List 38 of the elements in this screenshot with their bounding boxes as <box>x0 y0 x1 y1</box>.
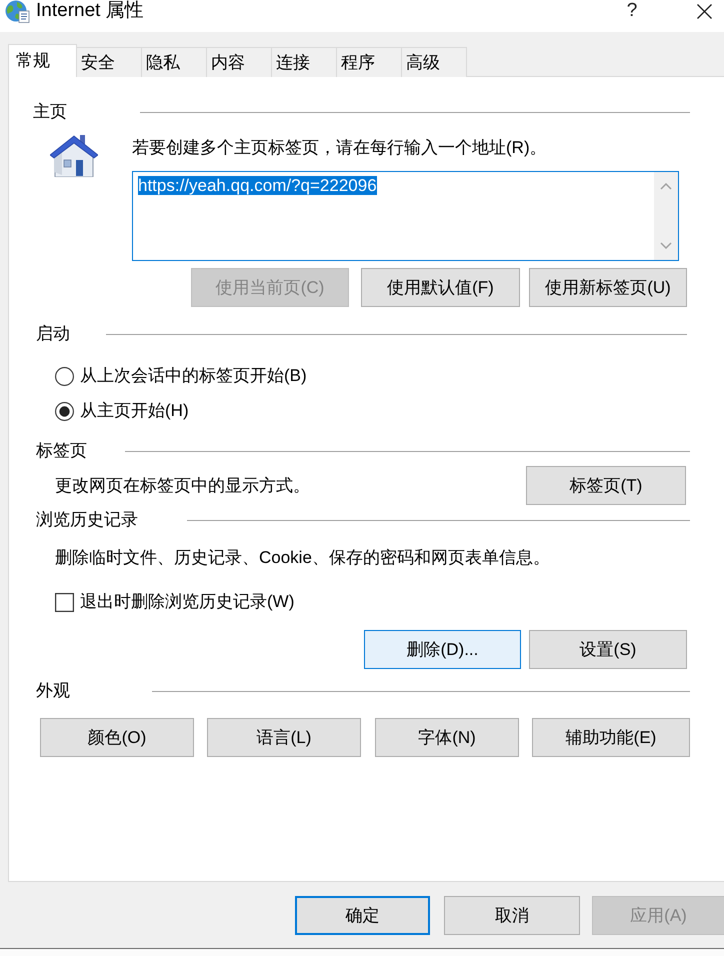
radio-button[interactable] <box>55 402 74 420</box>
address-field[interactable]: https://yeah.qq.com/?q=222096 <box>132 171 679 261</box>
window-title: Internet 属性 <box>36 0 144 22</box>
instruction-text: 若要创建多个主页标签页，请在每行输入一个地址(R)。 <box>132 137 547 159</box>
dialog-button[interactable]: 删除(D)... <box>364 630 521 669</box>
section-heading: 外观 <box>36 680 70 702</box>
description-text: 更改网页在标签页中的显示方式。 <box>55 474 310 496</box>
dialog-button[interactable]: 确定 <box>295 896 430 935</box>
tab[interactable]: 安全 <box>77 47 142 77</box>
dialog-button[interactable]: 取消 <box>444 896 580 935</box>
tab[interactable]: 隐私 <box>142 47 207 77</box>
dialog-button[interactable]: 标签页(T) <box>526 466 686 505</box>
house-icon <box>50 133 98 177</box>
section-heading: 启动 <box>36 323 70 345</box>
radio-button[interactable] <box>55 366 74 386</box>
close-icon <box>696 4 712 18</box>
section-heading: 标签页 <box>36 440 87 462</box>
selected-text: https://yeah.qq.com/?q=222096 <box>138 176 377 195</box>
help-button[interactable]: ? <box>609 0 655 22</box>
section-heading: 主页 <box>33 101 67 123</box>
radio-label[interactable]: 从上次会话中的标签页开始(B) <box>80 364 307 388</box>
checkbox[interactable] <box>55 592 74 612</box>
dialog-button[interactable]: 辅助功能(E) <box>532 718 690 757</box>
checkbox-label[interactable]: 退出时删除浏览历史记录(W) <box>80 590 294 614</box>
description-text: 删除临时文件、历史记录、Cookie、保存的密码和网页表单信息。 <box>55 547 550 569</box>
dialog-button[interactable]: 使用新标签页(U) <box>529 268 687 307</box>
tab[interactable]: 连接 <box>272 47 337 77</box>
tab[interactable]: 程序 <box>337 47 402 77</box>
dialog-button[interactable]: 语言(L) <box>207 718 361 757</box>
section-heading: 浏览历史记录 <box>36 509 138 531</box>
tab[interactable]: 高级 <box>402 47 467 77</box>
radio-label[interactable]: 从主页开始(H) <box>80 399 189 423</box>
tab[interactable]: 内容 <box>207 47 272 77</box>
dialog-button[interactable]: 设置(S) <box>529 630 687 669</box>
tab[interactable]: 常规 <box>8 44 77 77</box>
dialog-button[interactable]: 字体(N) <box>375 718 519 757</box>
dialog-button[interactable]: 使用默认值(F) <box>361 268 520 307</box>
dialog-button[interactable]: 颜色(O) <box>40 718 194 757</box>
